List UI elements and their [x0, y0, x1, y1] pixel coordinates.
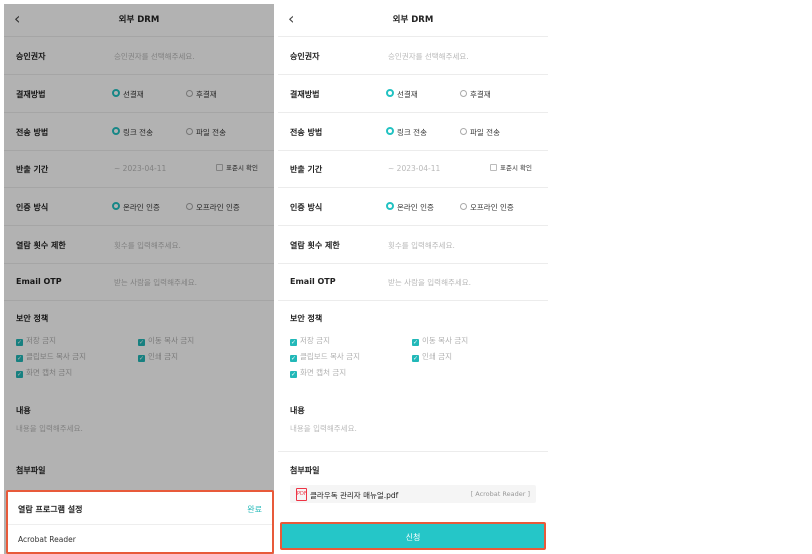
radio-icon [460, 128, 467, 135]
done-button[interactable]: 완료 [247, 504, 262, 515]
dim-overlay[interactable] [4, 4, 274, 554]
divider [278, 450, 548, 452]
content-input[interactable]: 내용을 입력해주세요. [290, 423, 357, 434]
left-screen: ‹ 외부 DRM 승인권자 승인권자를 선택해주세요. 결재방법 선결재 후결재… [4, 4, 274, 554]
checkbox-icon: ✓ [290, 371, 297, 378]
radio-icon [386, 127, 394, 135]
email-otp-label: Email OTP [290, 277, 336, 286]
check-no-capture[interactable]: ✓ 화면 캡처 금지 [290, 367, 346, 378]
submit-button[interactable]: 신청 [280, 522, 546, 550]
payment-row: 결재방법 선결재 후결재 [278, 75, 548, 113]
checkbox-icon [490, 164, 497, 171]
radio-icon [460, 90, 467, 97]
auth-label: 인증 방식 [290, 203, 323, 212]
check-no-print[interactable]: ✓ 인쇄 금지 [412, 351, 452, 362]
payment-label: 결재방법 [290, 90, 320, 99]
divider [278, 386, 548, 387]
email-otp-input[interactable]: 받는 사람을 입력해주세요. [388, 277, 471, 288]
check-no-save[interactable]: ✓ 저장 금지 [290, 335, 330, 346]
pdf-file-icon: PDF [296, 488, 307, 501]
auth-row: 인증 방식 온라인 인증 오프라인 인증 [278, 188, 548, 226]
check-no-move-copy[interactable]: ✓ 이동 복사 금지 [412, 335, 468, 346]
approver-input[interactable]: 승인권자를 선택해주세요. [388, 51, 469, 62]
right-screen: ‹ 외부 DRM 승인권자 승인권자를 선택해주세요. 결재방법 선결재 후결재… [278, 4, 548, 554]
viewer-program-sheet: 열람 프로그램 설정 완료 Acrobat Reader [6, 490, 274, 554]
transfer-option-file[interactable]: 파일 전송 [460, 127, 500, 138]
radio-icon [460, 203, 467, 210]
content-label: 내용 [290, 406, 305, 415]
view-limit-row[interactable]: 열람 횟수 제한 횟수를 입력해주세요. [278, 226, 548, 264]
view-limit-label: 열람 횟수 제한 [290, 241, 340, 250]
sheet-divider [8, 524, 272, 525]
security-label: 보안 정책 [290, 314, 323, 323]
export-period-row: 반출 기간 ~ 2023-04-11 표준시 확인 [278, 150, 548, 188]
checkbox-icon: ✓ [412, 355, 419, 362]
transfer-row: 전송 방법 링크 전송 파일 전송 [278, 113, 548, 151]
auth-option-offline[interactable]: 오프라인 인증 [460, 202, 514, 213]
attachment-file[interactable]: PDF 클라우독 관리자 매뉴얼.pdf [ Acrobat Reader ] [290, 485, 536, 503]
checkbox-icon: ✓ [290, 339, 297, 346]
radio-icon [386, 89, 394, 97]
email-otp-row[interactable]: Email OTP 받는 사람을 입력해주세요. [278, 263, 548, 301]
attachment-program[interactable]: [ Acrobat Reader ] [471, 490, 530, 498]
payment-option-post[interactable]: 후결재 [460, 89, 491, 100]
transfer-label: 전송 방법 [290, 128, 323, 137]
payment-option-pre[interactable]: 선결재 [386, 89, 418, 100]
check-no-clipboard[interactable]: ✓ 클립보드 복사 금지 [290, 351, 360, 362]
approver-label: 승인권자 [290, 52, 320, 61]
standard-time-check[interactable]: 표준시 확인 [490, 162, 532, 172]
sheet-option-acrobat[interactable]: Acrobat Reader [18, 535, 76, 544]
export-period-input[interactable]: ~ 2023-04-11 [388, 164, 440, 173]
transfer-option-link[interactable]: 링크 전송 [386, 127, 427, 138]
header: ‹ 외부 DRM [278, 4, 548, 37]
auth-option-online[interactable]: 온라인 인증 [386, 202, 434, 213]
radio-icon [386, 202, 394, 210]
checkbox-icon: ✓ [290, 355, 297, 362]
sheet-title: 열람 프로그램 설정 [18, 505, 83, 514]
approver-row[interactable]: 승인권자 승인권자를 선택해주세요. [278, 37, 548, 75]
view-limit-input[interactable]: 횟수를 입력해주세요. [388, 240, 455, 251]
attachment-label: 첨부파일 [290, 466, 320, 475]
export-period-label: 반출 기간 [290, 165, 323, 174]
page-title: 외부 DRM [392, 15, 434, 25]
checkbox-icon: ✓ [412, 339, 419, 346]
submit-label: 신청 [405, 533, 421, 542]
attachment-file-name: 클라우독 관리자 매뉴얼.pdf [310, 491, 399, 500]
